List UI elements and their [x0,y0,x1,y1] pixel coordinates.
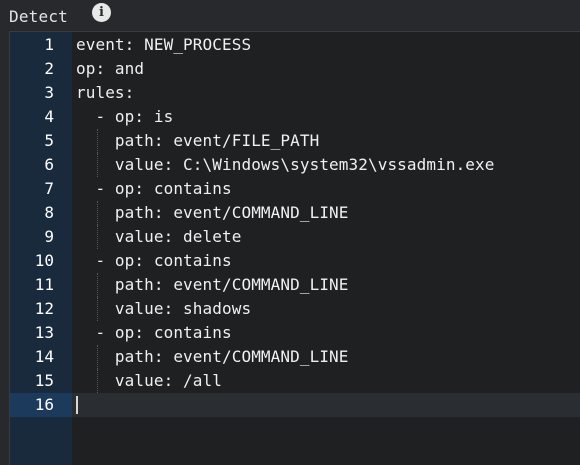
editor-line[interactable]: 15 value: /all [10,369,580,393]
editor-line[interactable]: 7 - op: contains [10,177,580,201]
code-text[interactable]: path: event/COMMAND_LINE [72,201,580,225]
editor-line[interactable]: 2 op: and [10,57,580,81]
indent-guide [97,129,99,153]
editor-line[interactable]: 12 value: shadows [10,297,580,321]
indent-guide [97,153,99,177]
line-number: 8 [44,203,54,222]
panel-header: Detect i [0,0,580,30]
editor-line[interactable]: 4 - op: is [10,105,580,129]
line-number: 6 [44,155,54,174]
code-editor[interactable]: 1 event: NEW_PROCESS 2 op: and 3 rules: 4 - op… [9,31,580,465]
code-text[interactable]: value: shadows [72,297,580,321]
line-number: 13 [34,323,54,342]
code-text[interactable]: path: event/FILE_PATH [72,129,580,153]
text-cursor [76,396,78,414]
line-number: 9 [44,227,54,246]
editor-line[interactable]: 9 value: delete [10,225,580,249]
indent-guide [97,297,99,321]
indent-guide [97,273,99,297]
line-number: 14 [34,347,54,366]
line-number: 10 [34,251,54,270]
code-text[interactable]: - op: contains [72,177,580,201]
editor-line[interactable]: 8 path: event/COMMAND_LINE [10,201,580,225]
code-text[interactable]: - op: contains [72,249,580,273]
line-number: 4 [44,107,54,126]
line-number: 3 [44,83,54,102]
code-text[interactable]: value: C:\Windows\system32\vssadmin.exe [72,153,580,177]
code-text[interactable]: - op: contains [72,321,580,345]
code-text[interactable]: path: event/COMMAND_LINE [72,273,580,297]
editor-line[interactable]: 3 rules: [10,81,580,105]
editor-lines: 1 event: NEW_PROCESS 2 op: and 3 rules: 4 - op… [10,33,580,417]
editor-line[interactable]: 5 path: event/FILE_PATH [10,129,580,153]
code-text[interactable]: value: delete [72,225,580,249]
code-text[interactable]: - op: is [72,105,580,129]
code-text[interactable]: path: event/COMMAND_LINE [72,345,580,369]
code-text[interactable]: event: NEW_PROCESS [72,33,580,57]
code-text[interactable] [72,393,580,417]
line-number: 5 [44,131,54,150]
editor-line[interactable]: 1 event: NEW_PROCESS [10,33,580,57]
code-text[interactable]: op: and [72,57,580,81]
line-number: 11 [34,275,54,294]
line-number: 15 [34,371,54,390]
editor-line[interactable]: 6 value: C:\Windows\system32\vssadmin.ex… [10,153,580,177]
line-number: 1 [44,35,54,54]
editor-line[interactable]: 10 - op: contains [10,249,580,273]
indent-guide [97,225,99,249]
info-icon[interactable]: i [92,3,111,22]
line-number: 12 [34,299,54,318]
line-number: 2 [44,59,54,78]
indent-guide [97,345,99,369]
editor-line[interactable]: 13 - op: contains [10,321,580,345]
editor-line[interactable]: 14 path: event/COMMAND_LINE [10,345,580,369]
code-text[interactable]: value: /all [72,369,580,393]
line-number: 7 [44,179,54,198]
editor-line[interactable]: 11 path: event/COMMAND_LINE [10,273,580,297]
code-text[interactable]: rules: [72,81,580,105]
indent-guide [97,369,99,393]
editor-line[interactable]: 16 [10,393,580,417]
line-number: 16 [34,395,54,414]
indent-guide [97,201,99,225]
panel-title: Detect [9,7,68,26]
